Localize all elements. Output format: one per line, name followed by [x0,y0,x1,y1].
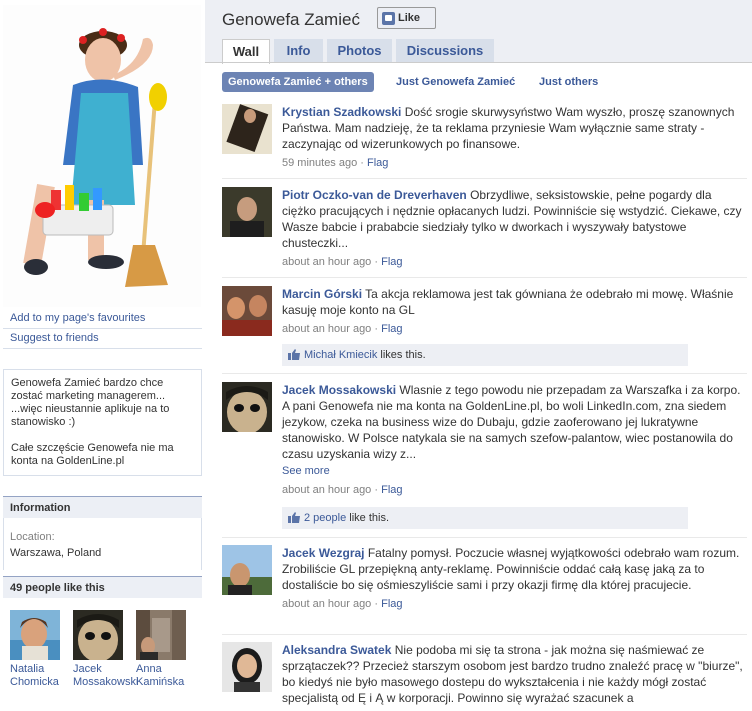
post-divider [222,277,747,278]
post-time: about an hour ago [282,598,372,610]
post-avatar[interactable] [222,382,272,432]
post-time: about an hour ago [282,256,372,268]
location-label: Location: [10,531,55,543]
flag-link[interactable]: Flag [381,598,402,610]
post-avatar[interactable] [222,187,272,237]
likes-people-link[interactable]: 2 people [304,512,346,524]
main-content: Genowefa Zamieć Like Wall Info Photos Di… [205,0,752,711]
fan-avatar[interactable] [73,610,123,660]
suggest-to-friends-link[interactable]: Suggest to friends [10,332,99,344]
like-label: Like [398,12,421,24]
avatar-image [73,610,123,660]
divider [3,328,202,329]
thumbs-up-icon [288,349,300,360]
tab-photos[interactable]: Photos [327,39,392,63]
post-avatar[interactable] [222,545,272,595]
post-avatar[interactable] [222,286,272,336]
post-divider [222,373,747,374]
post-meta: 59 minutes ago · Flag [282,157,389,169]
profile-bio: Genowefa Zamieć bardzo chce zostać marke… [3,369,202,476]
fan-name[interactable]: Anna Kamińska [136,663,194,689]
avatar-image [222,642,272,692]
post-body: Piotr Oczko-van de Dreverhaven Obrzydliw… [282,187,748,270]
post-time: 59 minutes ago [282,157,358,169]
fan-name[interactable]: Jacek Mossakowski [73,663,138,689]
bio-line: Całe szczęście Genowefa nie ma konta na … [11,442,174,467]
avatar-image [222,104,272,154]
post-time: about an hour ago [282,484,372,496]
post-body: Marcin Górski Ta akcja reklamowa jest ta… [282,286,748,337]
post-meta: about an hour ago · Flag [282,256,403,268]
post-author[interactable]: Jacek Mossakowski [282,383,396,397]
flag-link[interactable]: Flag [381,323,402,335]
filter-just-page[interactable]: Just Genowefa Zamieć [396,72,515,92]
likes-box: 2 people like this. [282,507,688,529]
post-body: Jacek Mossakowski Wlasnie z tego powodu … [282,382,748,498]
avatar-image [222,187,272,237]
tab-wall[interactable]: Wall [222,39,270,64]
post-body: Krystian Szadkowski Dość srogie skurwysy… [282,104,748,171]
post-body: Aleksandra Swatek Nie podoba mi się ta s… [282,642,748,706]
information-box [3,518,202,570]
filter-just-others[interactable]: Just others [539,72,598,92]
tab-bar-line [205,62,752,63]
page-title: Genowefa Zamieć [222,10,360,29]
post-time: about an hour ago [282,323,372,335]
flag-link[interactable]: Flag [381,484,402,496]
post-author[interactable]: Jacek Wezgraj [282,546,365,560]
tab-discussions[interactable]: Discussions [396,39,494,63]
likes-box: Michał Kmiecik likes this. [282,344,688,366]
fan-name[interactable]: Natalia Chomicka [10,663,68,689]
flag-link[interactable]: Flag [367,157,388,169]
divider [3,348,202,349]
likes-suffix: like this. [349,512,390,524]
fans-header: 49 people like this [3,576,202,598]
left-sidebar: Add to my page's favourites Suggest to f… [0,0,205,711]
post-author[interactable]: Marcin Górski [282,287,362,301]
fan-item[interactable]: Anna Kamińska [136,610,194,689]
post-meta: about an hour ago · Flag [282,598,403,610]
post-divider [222,178,747,179]
avatar-image [222,545,272,595]
fan-item[interactable]: Natalia Chomicka [10,610,68,689]
post-body: Jacek Wezgraj Fatalny pomysł. Poczucie w… [282,545,748,612]
like-button[interactable]: Like [377,7,436,29]
post-author[interactable]: Aleksandra Swatek [282,643,391,657]
bio-line: Genowefa Zamieć bardzo chce zostać marke… [11,377,170,428]
post-author[interactable]: Krystian Szadkowski [282,105,401,119]
flag-link[interactable]: Flag [381,256,402,268]
fan-avatar[interactable] [10,610,60,660]
likes-suffix: likes this. [380,349,426,361]
like-thumb-icon [382,11,395,25]
post-divider [222,537,747,538]
add-to-favourites-link[interactable]: Add to my page's favourites [10,312,145,324]
avatar-image [222,286,272,336]
fan-avatar[interactable] [136,610,186,660]
filter-all[interactable]: Genowefa Zamieć + others [222,72,374,92]
post-avatar[interactable] [222,642,272,692]
information-header: Information [3,496,202,518]
avatar-image [136,610,186,660]
likes-person-link[interactable]: Michał Kmiecik [304,349,377,361]
profile-picture[interactable] [3,5,201,307]
thumbs-up-icon [288,512,300,523]
see-more-link[interactable]: See more [282,463,748,479]
post-avatar[interactable] [222,104,272,154]
cleaning-lady-image [3,5,201,307]
post-meta: about an hour ago · Flag [282,323,403,335]
location-value: Warszawa, Poland [10,547,102,559]
avatar-image [222,382,272,432]
tab-info[interactable]: Info [274,39,323,63]
post-divider [222,634,747,635]
avatar-image [10,610,60,660]
post-meta: about an hour ago · Flag [282,484,403,496]
fan-item[interactable]: Jacek Mossakowski [73,610,138,689]
post-author[interactable]: Piotr Oczko-van de Dreverhaven [282,188,467,202]
